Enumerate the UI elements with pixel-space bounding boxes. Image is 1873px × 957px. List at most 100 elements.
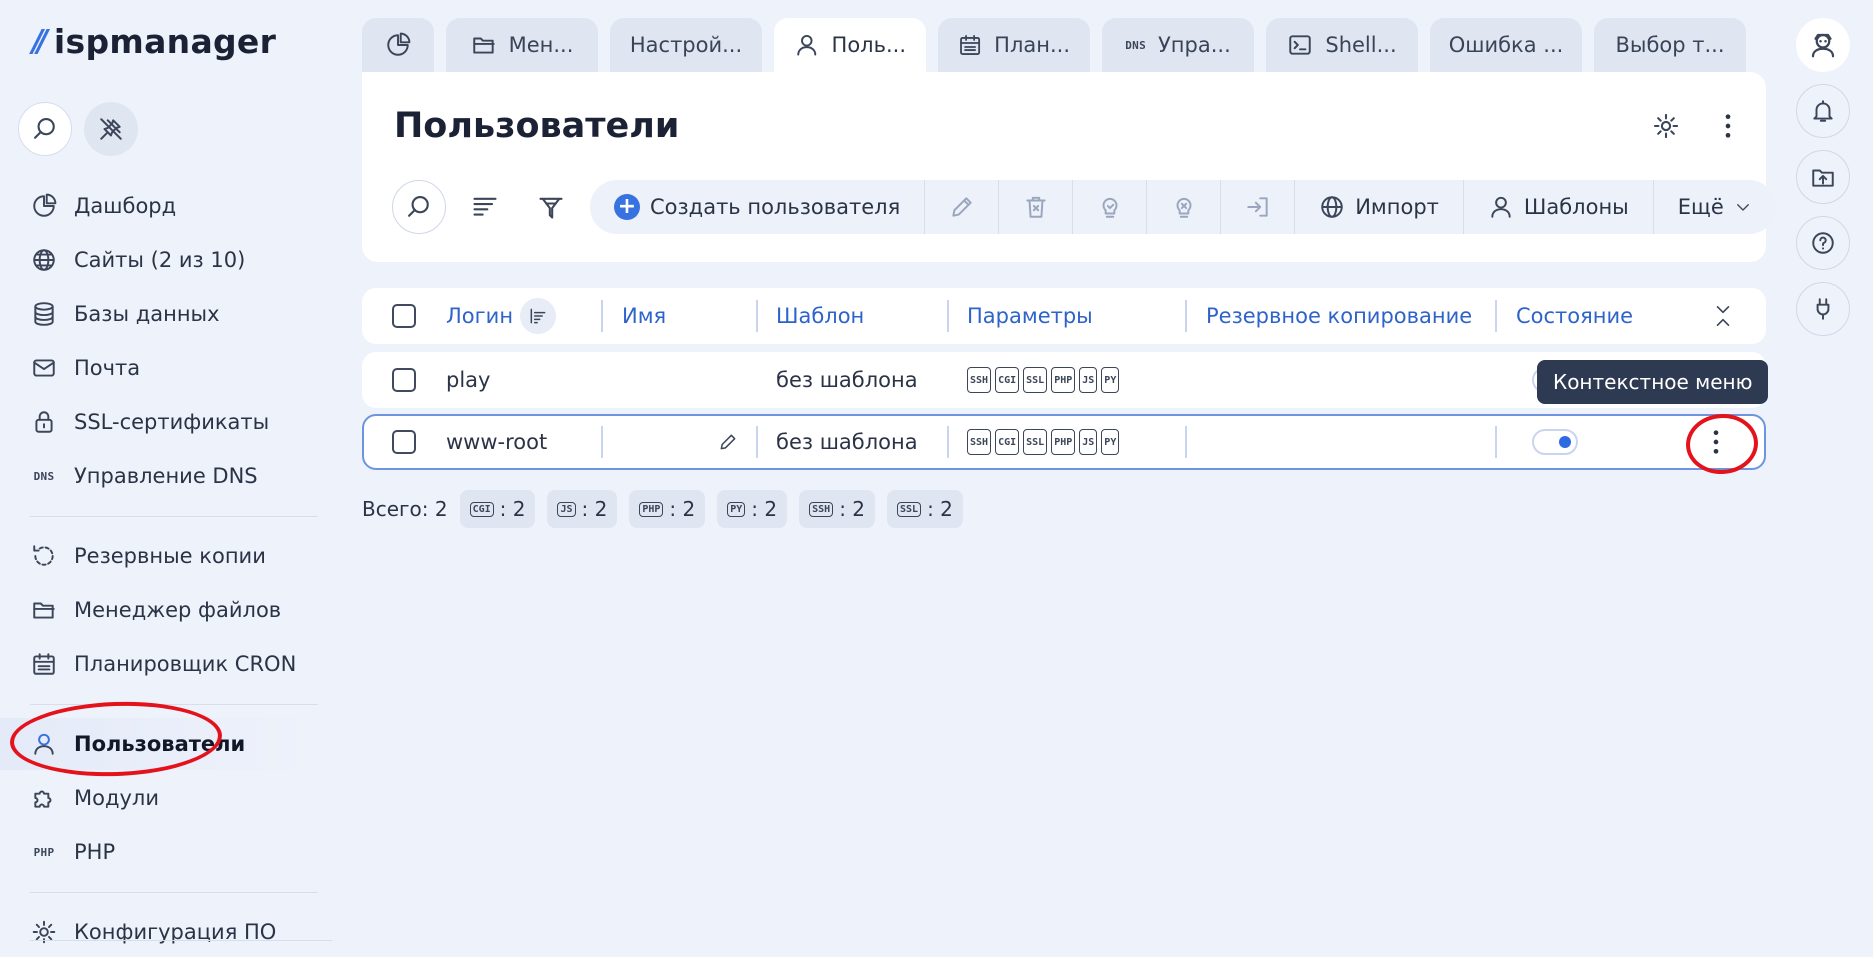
tab-users[interactable]: Поль... xyxy=(774,18,926,72)
logo-mark: // xyxy=(32,24,48,59)
sidebar-item-backups[interactable]: Резервные копии xyxy=(0,530,320,582)
kebab-menu-icon xyxy=(1725,114,1731,138)
sort-button[interactable] xyxy=(458,180,512,234)
templates-label: Шаблоны xyxy=(1523,195,1629,219)
select-all-checkbox[interactable] xyxy=(392,304,416,328)
column-params[interactable]: Параметры xyxy=(967,288,1093,344)
sidebar-item-file-manager[interactable]: Менеджер файлов xyxy=(0,584,320,636)
column-divider[interactable] xyxy=(601,300,603,332)
total-chip-python[interactable]: PY : 2 xyxy=(717,490,788,528)
php-icon: PHP xyxy=(639,501,664,517)
notifications-button[interactable] xyxy=(1796,84,1850,138)
ssh-icon: SSH xyxy=(967,367,992,393)
sidebar-item-users[interactable]: Пользователи xyxy=(0,718,320,770)
sidebar-item-software-config[interactable]: Конфигурация ПО xyxy=(0,906,320,957)
dns-icon: DNS xyxy=(33,469,55,483)
enable-button[interactable] xyxy=(1073,180,1148,234)
terminal-icon xyxy=(1289,35,1312,55)
sidebar-divider xyxy=(30,704,318,705)
sidebar-item-modules[interactable]: Модули xyxy=(0,772,320,824)
tab-label: Мен... xyxy=(508,33,574,57)
sidebar-item-label: Базы данных xyxy=(74,302,220,326)
sort-login-button[interactable] xyxy=(520,298,556,334)
cgi-icon: CGI xyxy=(995,429,1020,455)
plugins-button[interactable] xyxy=(1796,282,1850,336)
delete-button[interactable] xyxy=(999,180,1074,234)
sidebar-item-label: Дашборд xyxy=(74,194,177,218)
globe-icon xyxy=(1321,196,1343,218)
column-login[interactable]: Логин xyxy=(446,288,513,344)
column-state[interactable]: Состояние xyxy=(1516,288,1633,344)
python-icon: PY xyxy=(727,501,746,517)
tab-dns[interactable]: DNS Упра... xyxy=(1102,18,1254,72)
column-divider[interactable] xyxy=(1495,300,1497,332)
tab-settings[interactable]: Настрой... xyxy=(610,18,762,72)
sidebar-item-cron[interactable]: Планировщик CRON xyxy=(0,638,320,690)
import-button[interactable]: Импорт xyxy=(1295,180,1464,234)
column-divider[interactable] xyxy=(756,300,758,332)
table-search-button[interactable] xyxy=(392,180,446,234)
sidebar-pin-button[interactable] xyxy=(84,102,138,156)
sidebar-item-dashboard[interactable]: Дашборд xyxy=(0,180,320,232)
sidebar-item-label: Сайты (2 из 10) xyxy=(74,248,246,272)
filter-button[interactable] xyxy=(524,180,578,234)
create-user-button[interactable]: + Создать пользователя xyxy=(590,180,926,234)
column-backup[interactable]: Резервное копирование xyxy=(1206,288,1472,344)
column-name[interactable]: Имя xyxy=(622,288,666,344)
tab-shell[interactable]: Shell... xyxy=(1266,18,1418,72)
help-button[interactable] xyxy=(1796,216,1850,270)
disable-button[interactable] xyxy=(1147,180,1222,234)
state-toggle[interactable] xyxy=(1532,416,1578,468)
column-divider xyxy=(1495,426,1497,458)
brand-logo[interactable]: // ispmanager xyxy=(32,22,276,61)
tab-selection[interactable]: Выбор т... xyxy=(1594,18,1746,72)
table-row[interactable]: www-root без шаблона SSH CGI SSL PHP JS … xyxy=(362,414,1766,470)
sidebar-item-sites[interactable]: Сайты (2 из 10) xyxy=(0,234,320,286)
enter-icon xyxy=(1246,197,1268,217)
column-template[interactable]: Шаблон xyxy=(776,288,864,344)
cell-template: без шаблона xyxy=(776,368,918,392)
tab-label: Выбор т... xyxy=(1615,33,1725,57)
cell-params: SSH CGI SSL PHP JS PY xyxy=(967,416,1120,468)
sidebar-item-mail[interactable]: Почта xyxy=(0,342,320,394)
templates-button[interactable]: Шаблоны xyxy=(1464,180,1654,234)
panel-menu-button[interactable] xyxy=(1714,112,1742,140)
sidebar-item-label: SSL-сертификаты xyxy=(74,410,270,434)
settings-button[interactable] xyxy=(1652,112,1680,140)
sort-lines-icon xyxy=(530,308,546,324)
tab-scheduler[interactable]: План... xyxy=(938,18,1090,72)
tab-dashboard[interactable] xyxy=(362,18,434,72)
python-icon: PY xyxy=(1101,367,1120,393)
sidebar-search-button[interactable] xyxy=(18,102,72,156)
edit-button[interactable] xyxy=(925,180,1000,234)
total-chip-js[interactable]: JS : 2 xyxy=(547,490,618,528)
column-divider[interactable] xyxy=(1185,300,1187,332)
avatar-icon xyxy=(1811,33,1835,58)
edit-name-button[interactable] xyxy=(718,416,738,468)
collapse-columns-button[interactable] xyxy=(1712,288,1734,344)
total-chip-php[interactable]: PHP : 2 xyxy=(629,490,706,528)
total-chip-cgi[interactable]: CGI : 2 xyxy=(459,490,536,528)
sidebar-item-dns[interactable]: DNS Управление DNS xyxy=(0,450,320,502)
nodejs-icon: JS xyxy=(1079,367,1098,393)
user-avatar-button[interactable] xyxy=(1796,18,1850,72)
tab-error[interactable]: Ошибка ... xyxy=(1430,18,1582,72)
file-upload-button[interactable] xyxy=(1796,150,1850,204)
tab-file-manager[interactable]: Мен... xyxy=(446,18,598,72)
more-button[interactable]: Ещё xyxy=(1654,180,1776,234)
login-as-user-button[interactable] xyxy=(1221,180,1296,234)
total-chip-ssl[interactable]: SSL : 2 xyxy=(887,490,963,528)
toggle-switch[interactable] xyxy=(1532,429,1578,455)
cgi-icon: CGI xyxy=(469,501,494,517)
row-context-menu-button[interactable] xyxy=(1702,416,1730,468)
total-chip-ssh[interactable]: SSH : 2 xyxy=(799,490,876,528)
ssl-icon: SSL xyxy=(1023,429,1048,455)
row-checkbox[interactable] xyxy=(392,368,416,392)
sidebar-item-php[interactable]: PHP PHP xyxy=(0,826,320,878)
sidebar-item-databases[interactable]: Базы данных xyxy=(0,288,320,340)
sidebar-item-ssl[interactable]: SSL-сертификаты xyxy=(0,396,320,448)
mail-icon xyxy=(30,354,58,382)
chevron-down-icon xyxy=(1736,204,1749,211)
row-checkbox[interactable] xyxy=(392,430,416,454)
column-divider[interactable] xyxy=(947,300,949,332)
